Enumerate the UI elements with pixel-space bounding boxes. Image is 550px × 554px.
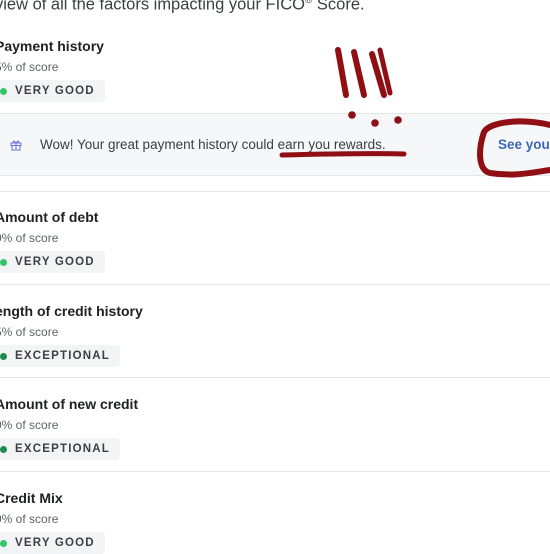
divider: [0, 191, 550, 192]
status-label: VERY GOOD: [15, 537, 95, 549]
status-dot: [0, 352, 7, 360]
factor-amount-of-debt: Amount of debt 0% of score VERY GOOD: [0, 209, 105, 273]
status-dot: [0, 445, 7, 453]
status-dot: [0, 258, 7, 266]
status-label: EXCEPTIONAL: [15, 350, 110, 362]
factor-name: ength of credit history: [0, 303, 143, 319]
factor-percent: 5% of score: [0, 60, 59, 74]
divider: [0, 284, 550, 285]
see-your-rewards-link[interactable]: See your: [498, 137, 550, 152]
status-badge: EXCEPTIONAL: [0, 438, 120, 460]
status-badge: EXCEPTIONAL: [0, 345, 120, 367]
status-label: VERY GOOD: [15, 256, 95, 268]
factors-intro-text: view of all the factors impacting your F…: [0, 0, 365, 15]
status-badge: VERY GOOD: [0, 532, 105, 554]
factor-percent: 0% of score: [0, 418, 59, 432]
status-label: VERY GOOD: [15, 85, 95, 97]
factor-name: Amount of debt: [0, 209, 99, 225]
factor-percent: 0% of score: [0, 231, 59, 245]
divider: [0, 377, 550, 378]
status-badge: VERY GOOD: [0, 80, 105, 102]
intro-text: view of all the factors impacting your F…: [0, 0, 305, 14]
rewards-message: Wow! Your great payment history could ea…: [40, 137, 386, 152]
factor-length-of-credit-history: ength of credit history 5% of score EXCE…: [0, 303, 143, 367]
factor-credit-mix: Credit Mix 0% of score VERY GOOD: [0, 490, 105, 554]
factor-percent: 0% of score: [0, 512, 59, 526]
factor-name: Amount of new credit: [0, 396, 139, 412]
status-badge: VERY GOOD: [0, 251, 105, 273]
factor-amount-of-new-credit: Amount of new credit 0% of score EXCEPTI…: [0, 396, 138, 460]
annotation-stroke: [377, 47, 393, 96]
divider: [0, 471, 550, 472]
status-dot: [0, 87, 7, 95]
factor-percent: 5% of score: [0, 325, 59, 339]
rewards-banner: Wow! Your great payment history could ea…: [0, 113, 550, 176]
annotation-stroke: [351, 49, 367, 98]
factor-name: Payment history: [0, 38, 104, 54]
status-label: EXCEPTIONAL: [15, 443, 110, 455]
annotation-stroke: [369, 51, 387, 98]
factor-name: Credit Mix: [0, 490, 63, 506]
intro-suffix: Score.: [312, 0, 365, 14]
factor-payment-history: Payment history 5% of score VERY GOOD: [0, 38, 105, 102]
annotation-stroke: [335, 47, 349, 98]
status-dot: [0, 539, 7, 547]
gift-icon: [10, 138, 22, 156]
